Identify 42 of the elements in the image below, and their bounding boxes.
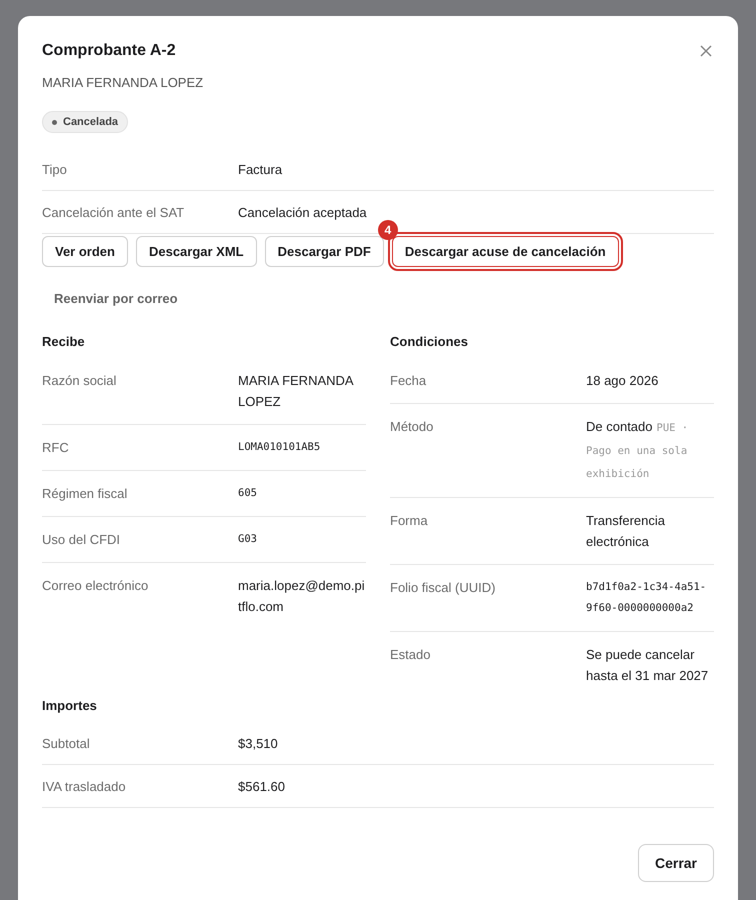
field-label: RFC — [42, 439, 70, 457]
field-label: Estado — [390, 646, 432, 664]
field-label: Tipo — [42, 162, 68, 176]
field-value: b7d1f0a2-1c34-4a51-9f60-0000000000a2 — [586, 580, 708, 616]
field-label: Correo electrónico — [42, 577, 150, 595]
field-label: Régimen fiscal — [42, 485, 128, 503]
status-dot-icon — [52, 120, 57, 124]
action-button[interactable]: Ver orden — [42, 236, 128, 267]
customer-name: MARIA FERNANDA LOPEZ — [42, 75, 204, 90]
action-button[interactable]: Descargar PDF — [264, 236, 384, 267]
field-label: Método — [390, 418, 434, 436]
field-label: Forma — [390, 512, 429, 530]
amount-value: $3,510 — [238, 736, 278, 750]
field-value: De contado PUE · Pago en una sola exhibición — [586, 418, 690, 482]
section-title: Importes — [42, 698, 98, 713]
field-value: LOMA010101AB5 — [238, 440, 322, 455]
field-label: Uso del CFDI — [42, 531, 122, 549]
field-value: Cancelación aceptada — [238, 204, 367, 220]
field-label: Cancelación ante el SAT — [42, 204, 186, 220]
field-value: 18 ago 2026 — [586, 372, 660, 390]
status-text: Cancelada — [63, 116, 118, 128]
close-button[interactable]: Cerrar — [638, 844, 714, 882]
field-label: Razón social — [42, 372, 118, 390]
field-label: Fecha — [390, 372, 428, 390]
amount-value: $561.60 — [238, 778, 285, 794]
section-title: Condiciones — [390, 334, 470, 349]
field-value: 605 — [238, 486, 258, 501]
action-button[interactable]: Descargar XML — [136, 236, 257, 267]
section-title: Recibe — [42, 334, 86, 349]
amount-label: IVA trasladado — [42, 778, 127, 794]
field-label: Folio fiscal (UUID) — [390, 579, 496, 597]
field-value: MARIA FERNANDA LOPEZ — [238, 372, 354, 411]
field-value: Factura — [238, 162, 282, 176]
dialog-title: Comprobante A-2 — [42, 42, 176, 60]
close-icon[interactable] — [700, 45, 712, 57]
amount-label: Subtotal — [42, 736, 91, 750]
resend-link[interactable]: Reenviar por correo — [42, 281, 190, 316]
step-badge: 4 — [378, 220, 398, 240]
field-value: Se puede cancelar hasta el 31 mar 2027 — [586, 646, 710, 685]
field-value: maria.lopez@demo.pitflo.com — [238, 577, 366, 616]
field-value: G03 — [238, 532, 258, 547]
field-value: Transferencia electrónica — [586, 512, 666, 551]
